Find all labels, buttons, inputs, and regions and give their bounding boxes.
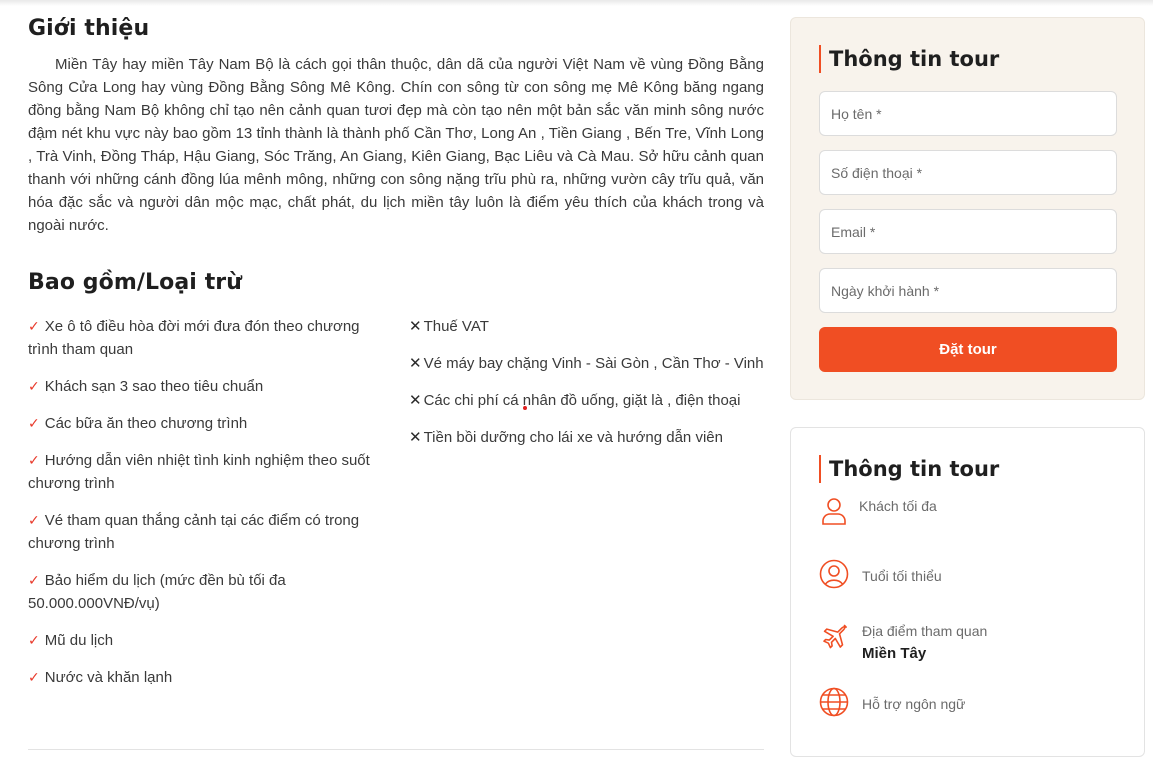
inclusions-title: Bao gồm/Loại trừ	[28, 270, 243, 295]
excluded-item: ✕ Thuế VAT	[409, 315, 769, 338]
included-item: ✓ Xe ô tô điều hòa đời mới đưa đón theo c…	[28, 315, 393, 361]
check-icon: ✓	[28, 318, 40, 334]
info-row-max-guests: Khách tối đa	[819, 496, 937, 526]
info-row-language: Hỗ trợ ngôn ngữ	[819, 687, 965, 717]
tour-info-card: Thông tin tour Khách tối đa Tuổi tối thi…	[790, 427, 1145, 757]
x-icon: ✕	[409, 392, 422, 409]
red-dot-marker	[523, 406, 527, 410]
excluded-item: ✕ Các chi phí cá nhân đồ uống, giặt là , …	[409, 389, 769, 412]
included-item: ✓ Mũ du lịch	[28, 629, 393, 652]
excluded-item: ✕ Tiền bồi dưỡng cho lái xe và hướng dẫn …	[409, 426, 769, 449]
departure-date-field[interactable]	[819, 268, 1117, 313]
check-icon: ✓	[28, 572, 40, 588]
included-list: ✓ Xe ô tô điều hòa đời mới đưa đón theo c…	[28, 315, 393, 703]
user-circle-icon	[819, 559, 849, 589]
section-divider	[28, 749, 764, 750]
included-item: ✓ Vé tham quan thắng cảnh tại các điểm có…	[28, 509, 393, 555]
included-item-text: Khách sạn 3 sao theo tiêu chuẩn	[44, 378, 264, 395]
info-row-destination: Địa điểm tham quan Miền Tây	[819, 621, 987, 665]
excluded-item-text: Thuế VAT	[423, 318, 489, 335]
phone-field[interactable]	[819, 150, 1117, 195]
excluded-item-text: Vé máy bay chặng Vinh - Sài Gòn , Cần Th…	[423, 355, 764, 372]
intro-title: Giới thiệu	[28, 16, 150, 41]
language-label: Hỗ trợ ngôn ngữ	[862, 696, 966, 712]
included-item: ✓ Các bữa ăn theo chương trình	[28, 412, 393, 435]
name-field[interactable]	[819, 91, 1117, 136]
included-item-text: Nước và khăn lạnh	[44, 669, 173, 686]
included-item: ✓ Khách sạn 3 sao theo tiêu chuẩn	[28, 375, 393, 398]
x-icon: ✕	[409, 429, 422, 446]
booking-title: Thông tin tour	[819, 45, 999, 73]
x-icon: ✕	[409, 355, 422, 372]
included-item-text: Xe ô tô điều hòa đời mới đưa đón theo ch…	[28, 318, 360, 358]
destination-label: Địa điểm tham quan	[862, 623, 988, 639]
check-icon: ✓	[28, 669, 40, 685]
included-item-text: Các bữa ăn theo chương trình	[44, 415, 248, 432]
excluded-item-text: Tiền bồi dưỡng cho lái xe và hướng dẫn v…	[423, 429, 723, 446]
check-icon: ✓	[28, 632, 40, 648]
header-shadow	[0, 0, 1153, 6]
globe-icon	[819, 687, 849, 717]
check-icon: ✓	[28, 452, 40, 468]
excluded-item-text: Các chi phí cá nhân đồ uống, giặt là , đ…	[423, 392, 741, 409]
tour-info-title: Thông tin tour	[819, 455, 999, 483]
check-icon: ✓	[28, 378, 40, 394]
booking-form: Thông tin tour Đặt tour	[790, 17, 1145, 400]
included-item-text: Hướng dẫn viên nhiệt tình kinh nghiệm th…	[28, 452, 370, 492]
book-tour-button[interactable]: Đặt tour	[819, 327, 1117, 372]
check-icon: ✓	[28, 512, 40, 528]
min-age-label: Tuổi tối thiểu	[862, 568, 942, 584]
email-field[interactable]	[819, 209, 1117, 254]
included-item-text: Bảo hiểm du lịch (mức đền bù tối đa 50.0…	[28, 572, 286, 612]
included-item: ✓ Bảo hiểm du lịch (mức đền bù tối đa 50.…	[28, 569, 393, 615]
destination-value: Miền Tây	[862, 645, 927, 662]
excluded-list: ✕ Thuế VAT ✕ Vé máy bay chặng Vinh - Sài G…	[409, 315, 769, 463]
intro-text: Miền Tây hay miền Tây Nam Bộ là cách gọi…	[28, 56, 764, 234]
included-item-text: Mũ du lịch	[44, 632, 114, 649]
included-item: ✓ Hướng dẫn viên nhiệt tình kinh nghiệm t…	[28, 449, 393, 495]
included-item-text: Vé tham quan thắng cảnh tại các điểm có …	[28, 512, 360, 552]
included-item: ✓ Nước và khăn lạnh	[28, 666, 393, 689]
check-icon: ✓	[28, 415, 40, 431]
x-icon: ✕	[409, 318, 422, 335]
person-icon	[822, 498, 846, 525]
excluded-item: ✕ Vé máy bay chặng Vinh - Sài Gòn , Cần T…	[409, 352, 769, 375]
info-row-min-age: Tuổi tối thiểu	[819, 559, 942, 589]
max-guests-label: Khách tối đa	[859, 498, 937, 514]
tour-description: Giới thiệu Miền Tây hay miền Tây Nam Bộ …	[28, 14, 764, 686]
airplane-icon	[823, 624, 847, 649]
